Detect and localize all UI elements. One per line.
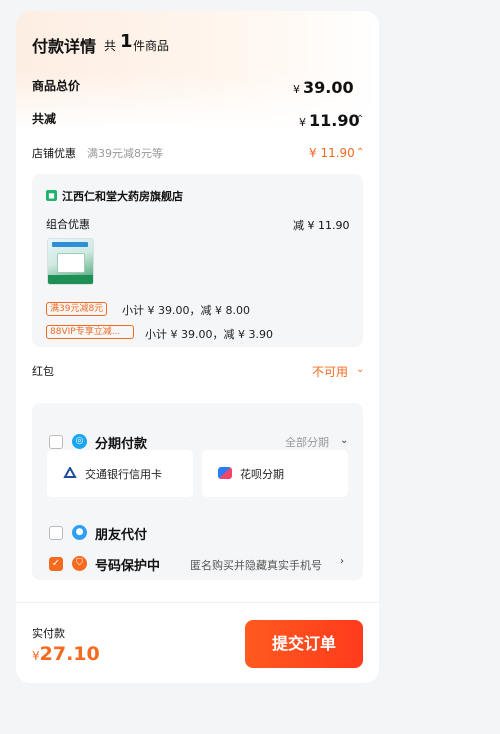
payment-details-card: 付款详情 共 1 件商品 商品总价 ¥39.00 共减 ¥11.90 ⌃ 店铺优…: [16, 11, 379, 683]
number-protect-desc[interactable]: 匿名购买并隐藏真实手机号: [190, 557, 322, 573]
total-discount-label: 共减: [32, 112, 57, 126]
submit-order-button[interactable]: 提交订单: [245, 620, 363, 668]
promo-tag: 满39元减8元: [46, 302, 108, 316]
bank-icon: [63, 467, 77, 478]
actual-pay-amount: ¥27.10: [32, 643, 100, 665]
currency-symbol: ¥: [32, 649, 40, 663]
promo-subtotal: 小计 ¥ 39.00，减 ¥ 3.90: [145, 328, 273, 341]
bank-card-option[interactable]: 交通银行信用卡: [47, 450, 193, 497]
total-discount-amount[interactable]: ¥11.90: [299, 111, 360, 130]
huabei-option[interactable]: 花呗分期: [202, 450, 348, 497]
promo-subtotal: 小计 ¥ 39.00，减 ¥ 8.00: [122, 304, 250, 317]
red-packet-status[interactable]: 不可用: [312, 363, 348, 380]
item-count-prefix: 共: [104, 39, 117, 53]
shop-discount-hint: 满39元减8元等: [87, 147, 163, 160]
shop-discount-panel: ◼ 江西仁和堂大药房旗舰店 组合优惠 减 ¥ 11.90 满39元减8元 小计 …: [32, 174, 363, 347]
combo-discount-value: 减 ¥ 11.90: [293, 219, 350, 232]
shop-name: 江西仁和堂大药房旗舰店: [62, 190, 183, 203]
shop-discount-label: 店铺优惠: [32, 147, 76, 160]
actual-pay-label: 实付款: [32, 627, 65, 640]
goods-total-amount: ¥39.00: [293, 78, 354, 97]
promo-tag: 88VIP专享立减...: [46, 325, 134, 339]
payment-options-panel: ◎ 分期付款 全部分期 ⌄ 交通银行信用卡 花呗分期 ● 朋友代付 ✓ ⛉ 号码…: [32, 403, 363, 580]
item-count: 1: [120, 31, 133, 52]
currency-symbol: ¥: [293, 83, 300, 96]
number-protect-label: 号码保护中: [95, 559, 161, 574]
goods-total-value: 39.00: [303, 78, 354, 97]
friend-pay-icon: ●: [72, 525, 87, 540]
shield-icon: ⛉: [72, 556, 87, 571]
red-packet-label: 红包: [32, 365, 54, 378]
page-title: 付款详情: [32, 37, 97, 56]
footer-divider: [16, 602, 379, 603]
shop-discount-value[interactable]: ¥ 11.90: [309, 146, 355, 160]
chevron-up-icon[interactable]: ⌃: [356, 114, 364, 125]
product-thumbnail[interactable]: [47, 238, 94, 285]
checkmark-icon: ✓: [51, 558, 61, 569]
chevron-right-icon[interactable]: ›: [340, 556, 344, 567]
shop-icon: ◼: [46, 190, 57, 201]
installment-checkbox[interactable]: [49, 435, 63, 449]
installment-option[interactable]: 全部分期: [285, 434, 329, 450]
friend-pay-label: 朋友代付: [95, 528, 148, 543]
chevron-down-icon[interactable]: ⌄: [340, 435, 348, 446]
number-protect-checkbox[interactable]: ✓: [49, 557, 63, 571]
currency-symbol: ¥: [299, 116, 306, 129]
chevron-down-icon[interactable]: ⌄: [356, 364, 364, 375]
goods-total-label: 商品总价: [32, 79, 81, 93]
combo-discount-label: 组合优惠: [46, 218, 90, 231]
huabei-label: 花呗分期: [240, 468, 284, 481]
bank-card-label: 交通银行信用卡: [85, 468, 162, 481]
total-discount-value: 11.90: [309, 111, 360, 130]
huabei-icon: [218, 467, 232, 479]
chevron-up-icon[interactable]: ⌃: [356, 147, 364, 158]
actual-pay-value: 27.10: [39, 643, 100, 665]
friend-pay-checkbox[interactable]: [49, 526, 63, 540]
installment-icon: ◎: [72, 434, 87, 449]
item-count-suffix: 件商品: [133, 39, 170, 53]
